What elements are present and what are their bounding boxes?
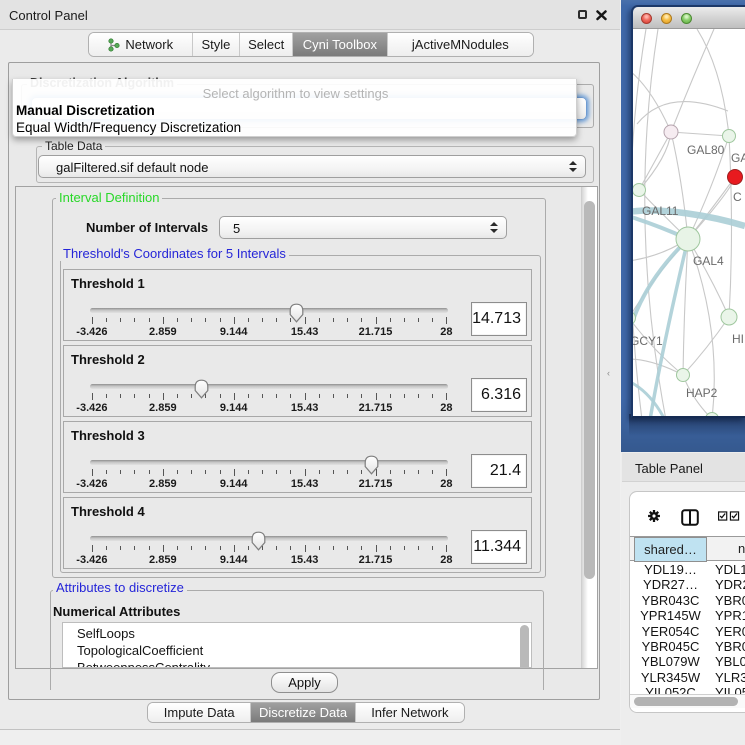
svg-text:C: C — [733, 190, 742, 204]
svg-text:HAP2: HAP2 — [686, 386, 718, 400]
svg-text:GAL4: GAL4 — [693, 254, 724, 268]
svg-text:GAL11: GAL11 — [642, 204, 679, 218]
svg-text:HI: HI — [732, 332, 744, 346]
svg-text:GA: GA — [731, 151, 745, 165]
svg-text:GCY1: GCY1 — [633, 334, 663, 348]
svg-text:GAL80: GAL80 — [687, 143, 725, 157]
